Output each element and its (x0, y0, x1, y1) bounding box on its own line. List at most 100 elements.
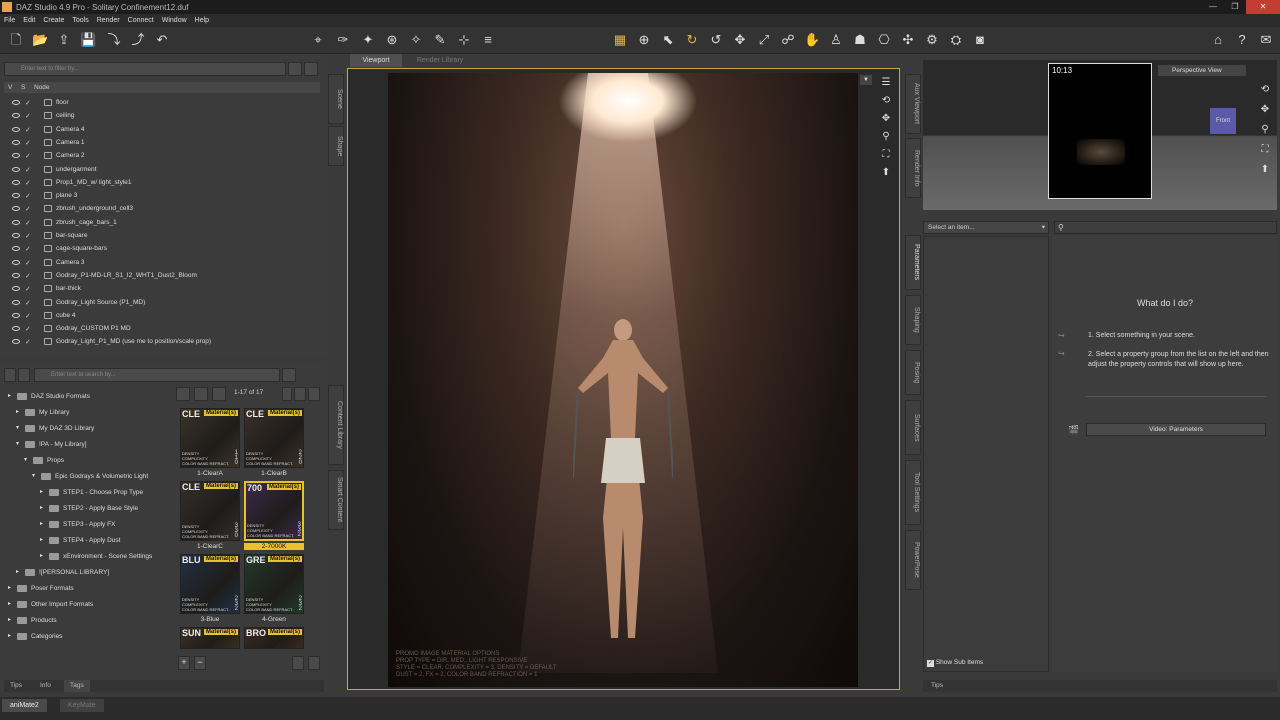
selectable-check-icon[interactable]: ✓ (25, 164, 31, 177)
aux-zoom-icon[interactable]: ⚲ (1257, 122, 1273, 138)
rotate-active-icon[interactable]: ↻ (684, 32, 700, 48)
rotate-icon[interactable]: ↺ (708, 32, 724, 48)
scene-node-row[interactable]: ✓ zbrush_underground_cell3 (4, 202, 320, 215)
viewport[interactable]: PROMO IMAGE MATERIAL OPTIONS PROP TYPE =… (347, 68, 900, 690)
library-tree-item[interactable]: ▸ STEP3 - Apply FX (0, 518, 172, 531)
selectable-check-icon[interactable]: ✓ (25, 124, 31, 137)
tab-animate2[interactable]: aniMate2 (2, 699, 47, 712)
library-search-options[interactable] (282, 368, 296, 382)
selectable-check-icon[interactable]: ✓ (25, 257, 31, 270)
view-grid-button[interactable] (308, 387, 320, 401)
library-tree-item[interactable]: ▸ xEnvironment - Scene Settings (0, 550, 172, 563)
thumbnail-label[interactable]: 2-7000K (244, 543, 304, 550)
expand-arrow-icon[interactable]: ▸ (8, 582, 11, 595)
tab-keymate[interactable]: KeyMate (60, 699, 104, 712)
account-icon[interactable]: ✉ (1258, 32, 1274, 48)
expand-arrow-icon[interactable]: ▸ (16, 566, 19, 579)
selectable-check-icon[interactable]: ✓ (25, 97, 31, 110)
sort-button[interactable] (282, 387, 292, 401)
thumbnail-label[interactable]: 1-ClearA (180, 470, 240, 477)
tab-shaping[interactable]: Shaping (905, 295, 921, 345)
expand-arrow-icon[interactable]: ▸ (8, 598, 11, 611)
library-tree-item[interactable]: ▸ STEP2 - Apply Base Style (0, 502, 172, 515)
expand-arrow-icon[interactable]: ▾ (16, 422, 19, 435)
tab-tips[interactable]: Tips (10, 680, 22, 692)
expand-arrow-icon[interactable]: ▾ (16, 438, 19, 451)
camera-zoom-icon[interactable]: ⚲ (878, 129, 894, 145)
view-list-button[interactable] (294, 387, 306, 401)
expand-arrow-icon[interactable]: ▾ (24, 454, 27, 467)
bone-tool-icon[interactable]: ✑ (335, 32, 351, 48)
menu-connect[interactable]: Connect (124, 17, 158, 24)
scene-filter-input[interactable]: Enter text to filter by... (4, 62, 286, 76)
tab-surfaces[interactable]: Surfaces (905, 400, 921, 455)
eye-icon[interactable] (12, 339, 20, 345)
library-tree-item[interactable]: ▸ Products (0, 614, 172, 627)
library-back-button[interactable] (4, 368, 16, 382)
page-prev-button[interactable] (176, 387, 190, 401)
expand-arrow-icon[interactable]: ▸ (8, 614, 11, 627)
library-tree-item[interactable]: ▸ DAZ Studio Formats (0, 390, 172, 403)
eye-icon[interactable] (12, 233, 20, 238)
scene-node-row[interactable]: ✓ Godray_Light Source (P1_MD) (4, 296, 320, 309)
selectable-check-icon[interactable]: ✓ (25, 190, 31, 203)
eye-icon[interactable] (12, 326, 20, 332)
library-tree-item[interactable]: ▸ STEP1 - Choose Prop Type (0, 486, 172, 499)
edge-tool-icon[interactable]: ≡ (480, 32, 496, 48)
selectable-check-icon[interactable]: ✓ (25, 110, 31, 123)
material-thumbnail[interactable]: SUN Material(s) (180, 627, 240, 649)
scene-node-row[interactable]: ✓ Camera 2 (4, 149, 320, 162)
help-icon[interactable]: ? (1234, 32, 1250, 48)
tab-tags[interactable]: Tags (64, 680, 90, 692)
camera-tool-icon[interactable]: ⎔ (876, 32, 892, 48)
library-tree-item[interactable]: ▸ My Library (0, 406, 172, 419)
active-pose-icon[interactable]: ☍ (780, 32, 796, 48)
expand-arrow-icon[interactable]: ▸ (40, 518, 43, 531)
selectable-check-icon[interactable]: ✓ (25, 217, 31, 230)
tab-tips-right[interactable]: Tips (931, 680, 943, 692)
tab-tool-settings[interactable]: Tool Settings (905, 460, 921, 525)
viewport-menu-arrow[interactable]: ▼ (860, 75, 872, 85)
library-tree-item[interactable]: ▾ Epic Godrays & Volumetric Light (0, 470, 172, 483)
selectable-check-icon[interactable]: ✓ (25, 336, 31, 349)
expand-arrow-icon[interactable]: ▸ (40, 550, 43, 563)
tab-viewport[interactable]: Viewport (350, 54, 402, 67)
scene-node-row[interactable]: ✓ bar-square (4, 229, 320, 242)
scene-node-row[interactable]: ✓ Camera 3 (4, 256, 320, 269)
selectable-check-icon[interactable]: ✓ (25, 323, 31, 336)
selectable-check-icon[interactable]: ✓ (25, 203, 31, 216)
expand-arrow-icon[interactable]: ▾ (32, 470, 35, 483)
thumbnail-label[interactable]: 1-ClearB (244, 470, 304, 477)
expand-arrow-icon[interactable]: ▸ (40, 534, 43, 547)
selectable-check-icon[interactable]: ✓ (25, 137, 31, 150)
selectable-check-icon[interactable]: ✓ (25, 283, 31, 296)
viewport-options-icon[interactable]: ☰ (878, 75, 894, 91)
expand-arrow-icon[interactable]: ▸ (40, 502, 43, 515)
remove-button[interactable]: − (194, 656, 206, 670)
eye-icon[interactable] (12, 113, 20, 119)
aux-reset-icon[interactable]: ⬆ (1257, 162, 1273, 178)
menu-tools[interactable]: Tools (68, 17, 92, 24)
target-icon[interactable]: ⊕ (636, 32, 652, 48)
library-tree-item[interactable]: ▸ Categories (0, 630, 172, 643)
light-icon[interactable]: ✣ (900, 32, 916, 48)
render-icon[interactable]: ⛭ (948, 32, 964, 48)
scene-node-row[interactable]: ✓ cage-square-bars (4, 242, 320, 255)
menu-create[interactable]: Create (39, 17, 68, 24)
eye-icon[interactable] (12, 179, 20, 185)
add-button[interactable]: + (178, 656, 190, 670)
eye-icon[interactable] (12, 126, 20, 132)
library-tree-item[interactable]: ▸ ![PERSONAL LIBRARY] (0, 566, 172, 579)
video-parameters-button[interactable]: Video: Parameters (1086, 423, 1266, 436)
library-tree-item[interactable]: ▸ Poser Formats (0, 582, 172, 595)
material-thumbnail[interactable]: CLE Material(s) DENSITY 1 COMPLEXITY 1 COLOR B… (180, 408, 240, 468)
library-tree-item[interactable]: ▾ My DAZ 3D Library (0, 422, 172, 435)
filter-back-button[interactable] (288, 62, 302, 76)
render-settings-icon[interactable]: ⚙ (924, 32, 940, 48)
col-visible[interactable]: V (8, 82, 12, 93)
aux-orbit-icon[interactable]: ⟲ (1257, 82, 1273, 98)
scene-node-row[interactable]: ✓ floor (4, 96, 320, 109)
menu-edit[interactable]: Edit (19, 17, 39, 24)
camera-reset-icon[interactable]: ⬆ (878, 165, 894, 181)
eye-icon[interactable] (12, 286, 20, 292)
